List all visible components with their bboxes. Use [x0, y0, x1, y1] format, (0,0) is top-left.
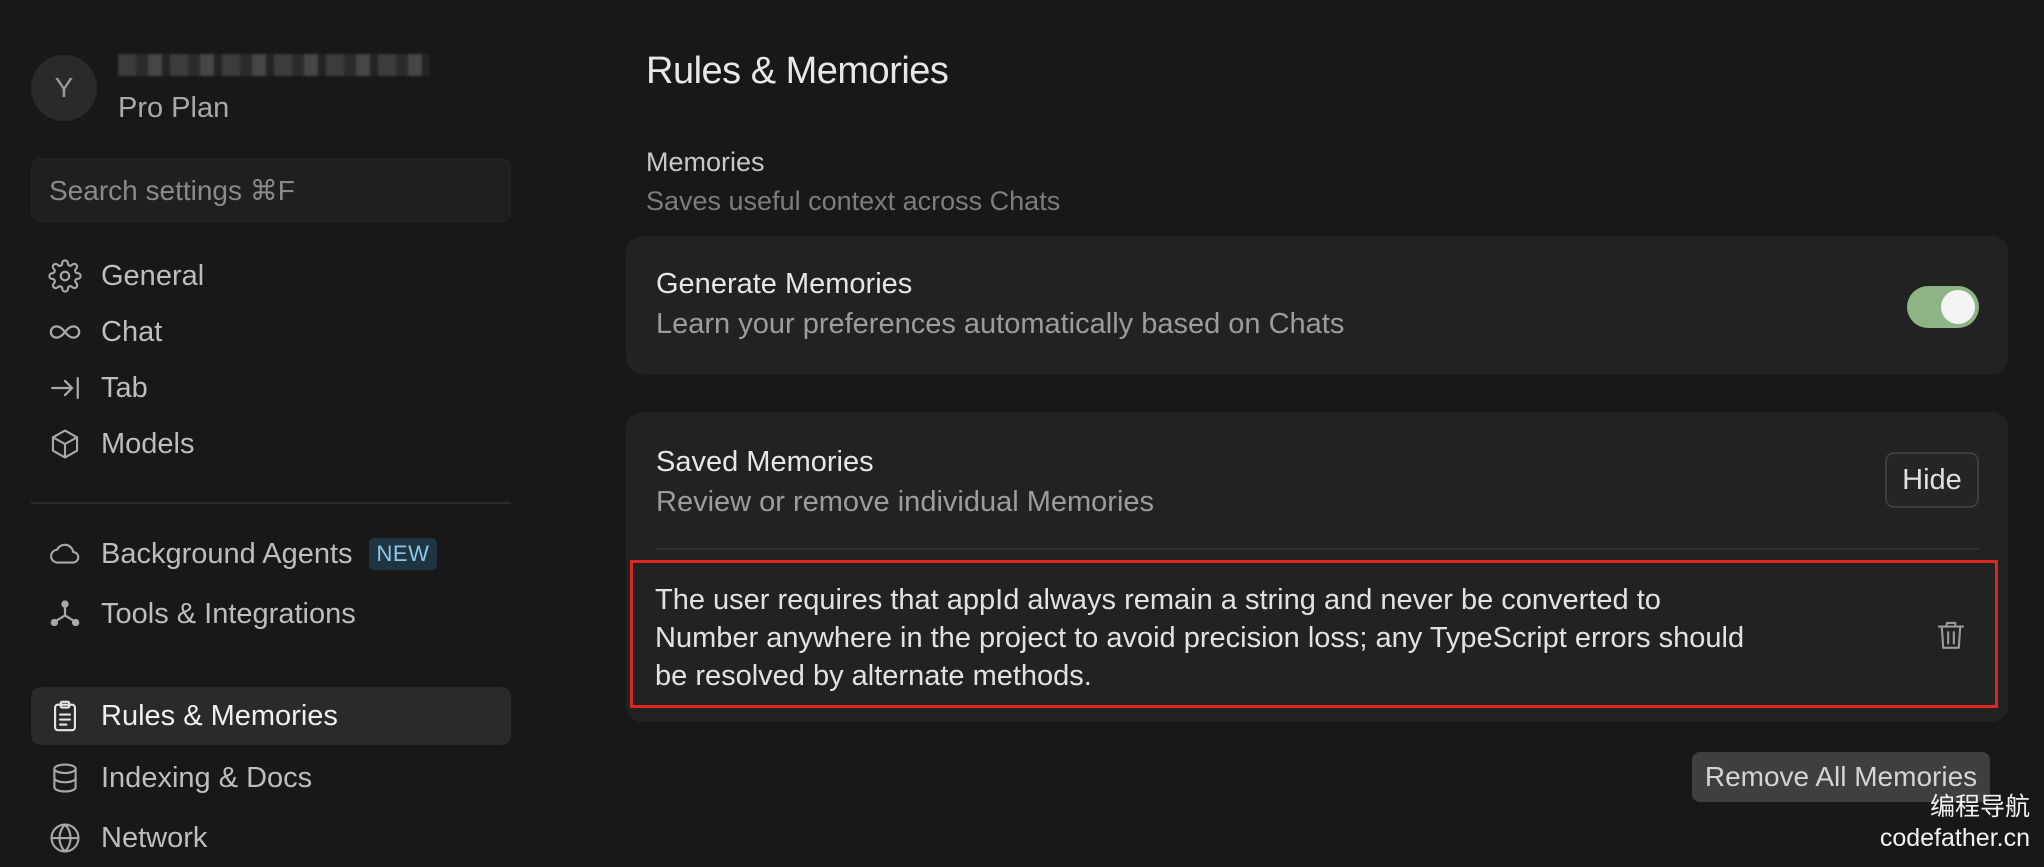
watermark-line: codefather.cn	[1879, 824, 2030, 852]
infinity-icon	[47, 314, 83, 350]
card-divider	[656, 548, 1979, 550]
sidebar-item-chat[interactable]: Chat	[31, 303, 511, 361]
cloud-icon	[47, 536, 83, 572]
memory-text-line: be resolved by alternate methods.	[655, 660, 1092, 692]
clipboard-icon	[47, 698, 83, 734]
saved-memories-subtitle: Review or remove individual Memories	[656, 486, 1155, 518]
sidebar-divider	[31, 502, 511, 504]
arrow-to-line-icon	[47, 370, 83, 406]
hide-button[interactable]: Hide	[1885, 452, 1979, 508]
sidebar-item-label: Rules & Memories	[101, 699, 338, 732]
sidebar-item-tab[interactable]: Tab	[31, 359, 511, 417]
saved-memories-card: Saved Memories Review or remove individu…	[626, 412, 2008, 722]
sidebar-item-models[interactable]: Models	[31, 415, 511, 473]
saved-memories-title: Saved Memories	[656, 446, 874, 478]
search-settings-input[interactable]: Search settings ⌘F	[31, 158, 511, 222]
search-placeholder: Search settings ⌘F	[49, 174, 295, 206]
generate-memories-toggle[interactable]	[1907, 286, 1979, 328]
sidebar-item-network[interactable]: Network	[31, 809, 511, 867]
toggle-knob	[1941, 290, 1975, 324]
memories-section-subtitle: Saves useful context across Chats	[646, 186, 1061, 216]
sidebar-item-label: Tab	[101, 371, 148, 404]
user-name-redacted	[118, 54, 430, 76]
database-icon	[47, 760, 83, 796]
sidebar-item-background-agents[interactable]: Background Agents NEW	[31, 525, 511, 583]
sidebar-item-label: Models	[101, 427, 195, 460]
gear-icon	[47, 258, 83, 294]
memory-item: The user requires that appId always rema…	[630, 560, 1998, 708]
memory-text: The user requires that appId always rema…	[655, 581, 1835, 695]
sidebar-item-label: Indexing & Docs	[101, 761, 313, 794]
sidebar-item-tools-integrations[interactable]: Tools & Integrations	[31, 585, 511, 643]
cube-icon	[47, 426, 83, 462]
sidebar-item-general[interactable]: General	[31, 247, 511, 305]
sidebar-item-indexing-docs[interactable]: Indexing & Docs	[31, 749, 511, 807]
generate-memories-subtitle: Learn your preferences automatically bas…	[656, 308, 1345, 340]
trash-icon	[1937, 621, 1965, 649]
delete-memory-button[interactable]	[1931, 615, 1971, 655]
generate-memories-card: Generate Memories Learn your preferences…	[626, 236, 2008, 374]
sidebar-item-label: Tools & Integrations	[101, 597, 356, 630]
sidebar-item-label: Network	[101, 821, 208, 854]
new-badge: NEW	[368, 538, 438, 570]
network-nodes-icon	[47, 596, 83, 632]
memories-section-title: Memories	[646, 147, 765, 177]
sidebar-item-label: Background Agents	[101, 537, 353, 570]
memory-text-line: The user requires that appId always rema…	[655, 584, 1661, 616]
plan-label: Pro Plan	[118, 92, 230, 124]
generate-memories-title: Generate Memories	[656, 268, 913, 300]
settings-sidebar: Y Pro Plan Search settings ⌘F General Ch…	[0, 0, 540, 862]
watermark-line: 编程导航	[1929, 793, 2030, 821]
sidebar-item-rules-memories[interactable]: Rules & Memories	[31, 687, 511, 745]
avatar[interactable]: Y	[31, 55, 97, 121]
sidebar-item-label: Chat	[101, 315, 163, 348]
watermark: 编程导航 codefather.cn	[1880, 792, 2030, 854]
sidebar-item-label: General	[101, 259, 205, 292]
globe-icon	[47, 820, 83, 856]
page-title: Rules & Memories	[646, 50, 949, 92]
memory-text-line: Number anywhere in the project to avoid …	[655, 622, 1745, 654]
